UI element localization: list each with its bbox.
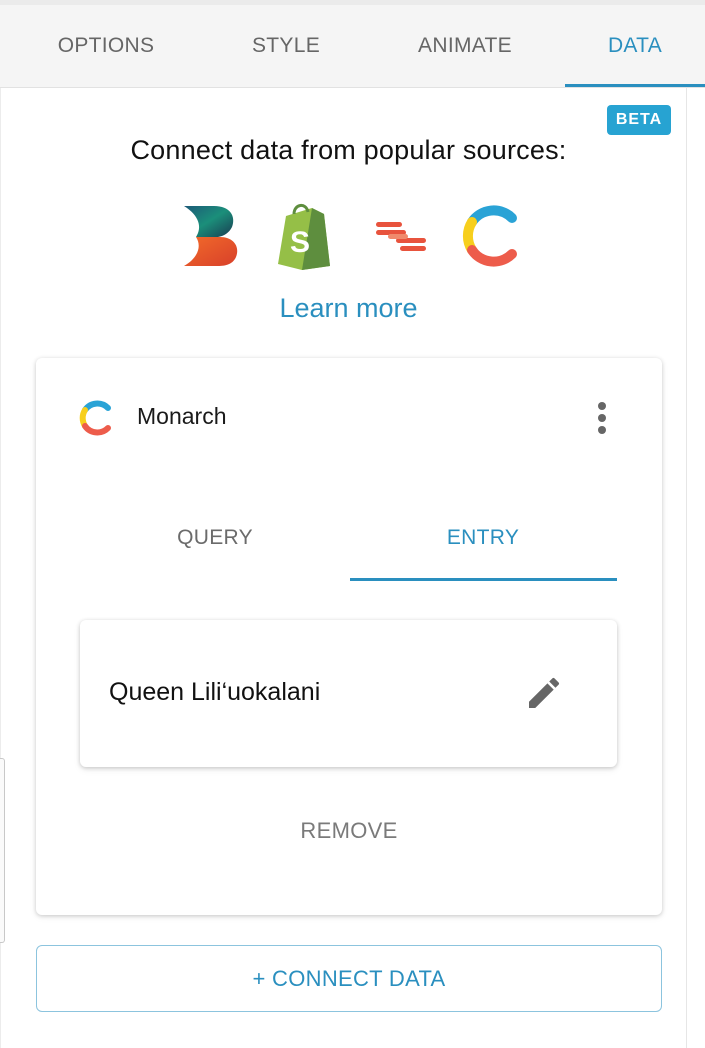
data-panel: OPTIONS STYLE ANIMATE DATA BETA Connect …: [0, 0, 705, 1048]
panel-right-border: [686, 88, 687, 1048]
connect-data-button[interactable]: + CONNECT DATA: [36, 945, 662, 1012]
source-title: Monarch: [137, 403, 227, 429]
contentful-icon: [78, 398, 116, 438]
connect-headline: Connect data from popular sources:: [130, 135, 567, 165]
tab-style[interactable]: STYLE: [216, 5, 356, 87]
remove-button[interactable]: REMOVE: [36, 818, 662, 844]
contentful-icon[interactable]: [460, 200, 526, 272]
entry-item[interactable]: Queen Lili‘uokalani: [80, 620, 617, 767]
panel-tab-bar: OPTIONS STYLE ANIMATE DATA: [0, 0, 705, 88]
source-card: Monarch QUERY ENTRY Queen Lili‘uokalani …: [36, 358, 662, 915]
tab-data[interactable]: DATA: [565, 5, 705, 87]
tab-options[interactable]: OPTIONS: [36, 5, 176, 87]
pencil-icon[interactable]: [524, 673, 564, 713]
beta-badge: BETA: [607, 105, 671, 135]
source-logos: S: [178, 200, 523, 272]
active-tab-indicator: [565, 84, 705, 87]
b-logo-icon[interactable]: [178, 200, 244, 272]
active-subtab-indicator: [350, 578, 617, 581]
tab-animate[interactable]: ANIMATE: [395, 5, 535, 87]
tab-entry[interactable]: ENTRY: [350, 516, 616, 560]
shopify-icon[interactable]: S: [272, 200, 338, 272]
entry-name: Queen Lili‘uokalani: [109, 678, 321, 706]
resize-handle[interactable]: [0, 758, 5, 943]
tab-query[interactable]: QUERY: [80, 516, 350, 560]
stripes-logo-icon[interactable]: [368, 200, 434, 272]
svg-text:S: S: [290, 226, 310, 259]
more-vert-icon[interactable]: [589, 398, 615, 438]
learn-more-link[interactable]: Learn more: [0, 293, 697, 324]
